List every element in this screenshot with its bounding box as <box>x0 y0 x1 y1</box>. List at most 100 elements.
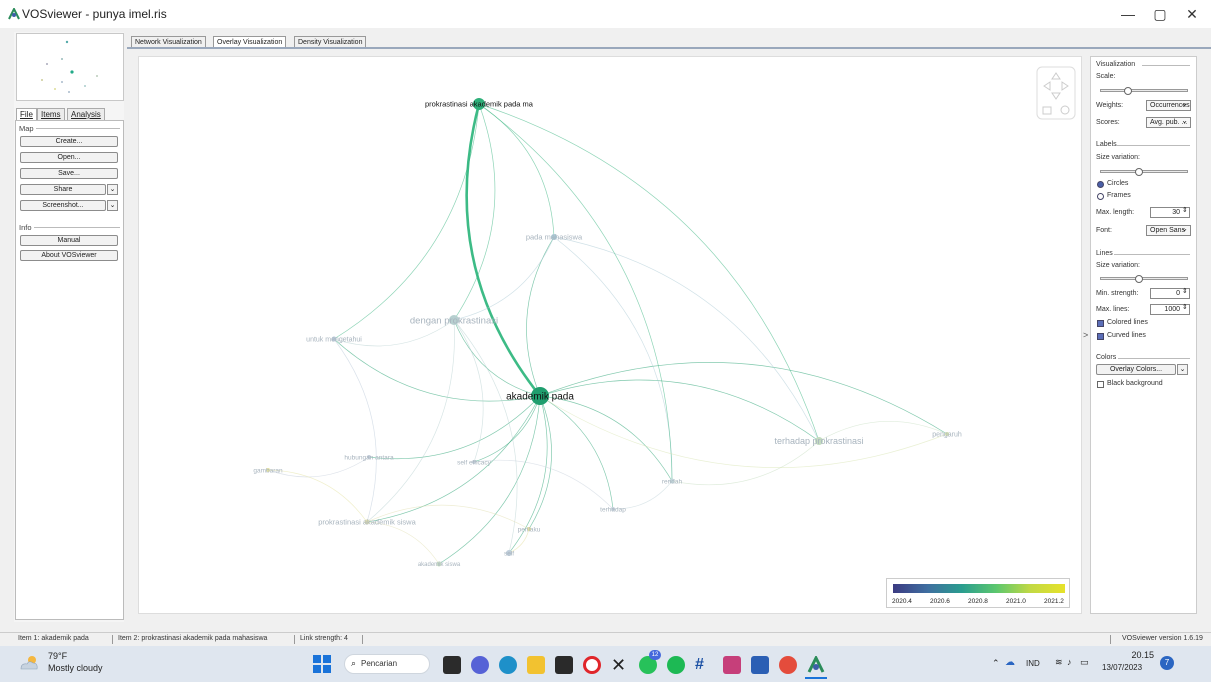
battery-icon[interactable]: ▭ <box>1080 657 1089 668</box>
frames-label: Frames <box>1107 192 1131 199</box>
viz-tab-underline <box>127 47 1211 49</box>
status-separator <box>294 635 295 644</box>
node-label[interactable]: prokrastinasi akademik pada ma <box>425 100 534 109</box>
scores-select[interactable]: Avg. pub. ... <box>1146 116 1191 128</box>
zoom-pan-control[interactable] <box>1036 66 1076 120</box>
node-label[interactable]: pengaruh <box>932 431 962 438</box>
legend-tick: 2021.0 <box>1006 598 1026 605</box>
panel-collapse-icon[interactable]: > <box>1083 330 1088 340</box>
tray-chevron-icon[interactable]: ⌃ <box>992 658 1000 669</box>
network-link <box>478 103 555 238</box>
share-dropdown-icon[interactable]: ⌄ <box>107 184 118 195</box>
word-icon[interactable] <box>751 656 769 674</box>
labels-size-slider[interactable] <box>1100 170 1188 173</box>
vosviewer-taskbar-icon[interactable] <box>807 656 825 674</box>
scale-slider[interactable] <box>1100 89 1188 92</box>
node-label[interactable]: prokrastinasi akademik siswa <box>318 518 416 527</box>
onedrive-icon[interactable]: ☁ <box>1005 657 1015 668</box>
opera-icon[interactable] <box>583 656 601 674</box>
info-section-label: Info <box>19 223 32 232</box>
winrar-icon[interactable] <box>723 656 741 674</box>
network-map[interactable]: prokrastinasi akademik pada ma pada mahas… <box>139 57 1083 615</box>
chrome-icon[interactable] <box>779 656 797 674</box>
overlay-colors-button[interactable]: Overlay Colors... <box>1096 364 1176 375</box>
clock-time[interactable]: 20.15 <box>1116 650 1154 660</box>
network-link <box>453 236 555 321</box>
edge-browser-icon[interactable] <box>499 656 517 674</box>
screenshot-button[interactable]: Screenshot... <box>20 200 106 211</box>
frames-radio[interactable] <box>1097 193 1104 200</box>
lines-size-slider-knob[interactable] <box>1135 275 1143 283</box>
node-label[interactable]: self efficacy <box>457 459 492 466</box>
weather-condition[interactable]: Mostly cloudy <box>48 663 103 673</box>
status-separator <box>1110 635 1111 644</box>
sticky-app-icon[interactable] <box>555 656 573 674</box>
maximize-button[interactable]: ▢ <box>1143 4 1177 24</box>
speaker-icon[interactable]: ♪ <box>1067 657 1072 667</box>
colors-divider <box>1118 358 1190 359</box>
weather-cloud-icon[interactable] <box>18 654 40 672</box>
network-link <box>528 395 552 530</box>
spotify-icon[interactable] <box>667 656 685 674</box>
screenshot-dropdown-icon[interactable]: ⌄ <box>107 200 118 211</box>
colored-lines-checkbox[interactable] <box>1097 320 1104 327</box>
node-label[interactable]: rendah <box>662 478 683 485</box>
active-app-indicator <box>805 677 827 679</box>
network-link <box>478 103 820 442</box>
node-label[interactable]: self <box>504 550 514 557</box>
node-label[interactable]: perilaku <box>518 526 541 533</box>
clock-date[interactable]: 13/07/2023 <box>1102 663 1142 672</box>
font-select[interactable]: Open Sans <box>1146 224 1191 236</box>
node-label[interactable]: untuk mengetahui <box>306 336 362 343</box>
weights-select[interactable]: Occurrences <box>1146 99 1191 111</box>
min-strength-spinner-icon[interactable]: ⇕ <box>1182 287 1188 295</box>
share-button[interactable]: Share <box>20 184 106 195</box>
file-explorer-icon[interactable] <box>527 656 545 674</box>
node-label[interactable]: pada mahasiswa <box>526 233 583 242</box>
node-label[interactable]: hubungan antara <box>344 454 394 461</box>
windows-start-icon[interactable] <box>313 655 331 673</box>
weather-temperature[interactable]: 79°F <box>48 651 67 661</box>
network-link <box>539 395 948 468</box>
network-link <box>267 469 368 523</box>
max-lines-spinner-icon[interactable]: ⇕ <box>1182 303 1188 311</box>
create-button[interactable]: Create... <box>20 136 118 147</box>
black-background-checkbox[interactable] <box>1097 381 1104 388</box>
notification-badge[interactable]: 7 <box>1160 656 1174 670</box>
wifi-icon[interactable]: ≋ <box>1055 657 1063 668</box>
manual-button[interactable]: Manual <box>20 235 118 246</box>
node-label[interactable]: dengan prokrastinasi <box>410 315 498 326</box>
minimize-button[interactable]: — <box>1111 4 1145 24</box>
status-separator <box>112 635 113 644</box>
node-label[interactable]: terhadap prokrastinasi <box>774 436 863 446</box>
close-button[interactable]: ✕ <box>1175 4 1209 24</box>
node-label[interactable]: akademik pada <box>506 392 574 403</box>
open-button[interactable]: Open... <box>20 152 118 163</box>
labels-size-slider-knob[interactable] <box>1135 168 1143 176</box>
visualization-canvas[interactable]: prokrastinasi akademik pada ma pada mahas… <box>138 56 1082 614</box>
status-link-strength: Link strength: 4 <box>300 635 348 642</box>
save-button[interactable]: Save... <box>20 168 118 179</box>
network-link <box>453 319 518 554</box>
x-app-icon[interactable]: ✕ <box>611 656 629 674</box>
node-label[interactable]: gambaran <box>253 467 283 474</box>
overview-map[interactable] <box>16 33 124 101</box>
black-background-label: Black background <box>1107 380 1163 387</box>
circles-radio[interactable] <box>1097 181 1104 188</box>
node-label[interactable]: terhadap <box>600 506 626 513</box>
taskbar-search[interactable]: Pencarian <box>344 654 430 674</box>
scale-slider-knob[interactable] <box>1124 87 1132 95</box>
file-tab-content <box>15 120 124 620</box>
legend-tick: 2020.8 <box>968 598 988 605</box>
curved-lines-checkbox[interactable] <box>1097 333 1104 340</box>
whatsapp-badge: 12 <box>649 650 661 660</box>
max-length-spinner-icon[interactable]: ⇕ <box>1182 206 1188 214</box>
notes-app-icon[interactable]: # <box>695 656 713 674</box>
input-language[interactable]: IND <box>1026 659 1040 668</box>
overlay-colors-dropdown-icon[interactable]: ⌄ <box>1177 364 1188 375</box>
task-view-icon[interactable] <box>443 656 461 674</box>
chat-icon[interactable] <box>471 656 489 674</box>
lines-size-slider[interactable] <box>1100 277 1188 280</box>
node-label[interactable]: akademik siswa <box>418 562 461 568</box>
about-vosviewer-button[interactable]: About VOSviewer <box>20 250 118 261</box>
